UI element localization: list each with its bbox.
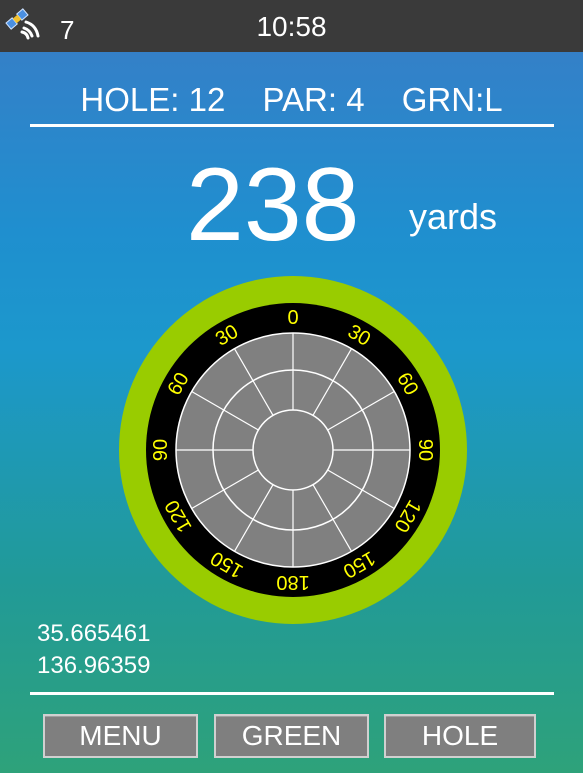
hole-info-row: HOLE: 12 PAR: 4 GRN:L (0, 80, 583, 120)
green-button[interactable]: GREEN (214, 714, 369, 758)
latitude: 35.665461 (37, 620, 151, 647)
distance-unit: yards (409, 196, 498, 237)
status-bar: 7 10:58 (0, 0, 583, 52)
wind-dial: 0306090120150180150120906030 (119, 276, 467, 624)
dial-label-9: 90 (150, 439, 172, 461)
par-value: PAR: 4 (262, 81, 365, 118)
dial-label-3: 90 (414, 439, 436, 461)
gps-golf-screen: 7 10:58 HOLE: 12 PAR: 4 GRN:L 238 yards … (0, 0, 583, 773)
divider-bottom (30, 692, 554, 695)
green-side: GRN:L (401, 81, 503, 118)
hole-number: HOLE: 12 (80, 81, 226, 118)
hole-button[interactable]: HOLE (384, 714, 536, 758)
menu-button[interactable]: MENU (43, 714, 198, 758)
dial-label-6: 180 (276, 571, 309, 593)
distance-value: 238 (186, 147, 360, 263)
longitude: 136.96359 (37, 652, 151, 679)
dial-label-0: 0 (287, 307, 298, 329)
coordinates: 35.665461 136.96359 (37, 618, 150, 682)
clock: 10:58 (256, 11, 327, 42)
divider-top (30, 124, 554, 127)
